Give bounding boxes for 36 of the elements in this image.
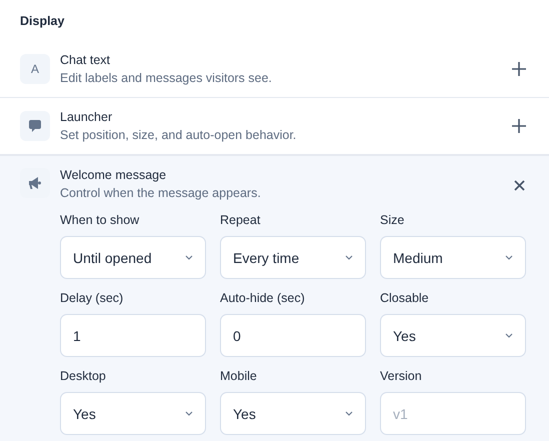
input-field[interactable]: 1 [60,314,206,357]
speech-bubble-icon [29,120,41,132]
chevron-down-icon [345,255,353,260]
field-label: Delay (sec) [60,291,124,306]
chevron-down-icon [345,411,353,416]
dropdown[interactable]: Yes [60,392,206,435]
section-title: Chat text [60,53,112,67]
dropdown[interactable]: Every time [220,236,366,279]
letter-icon: A [20,54,50,84]
dropdown[interactable]: Medium [380,236,526,279]
field-label: Size [380,213,406,228]
chevron-down-icon [505,333,513,338]
section-description: Set position, size, and auto-open behavior. [60,128,298,142]
dropdown[interactable]: Yes [220,392,366,435]
field-label: Desktop [60,369,107,384]
section-heading: Display [19,13,66,30]
input-field[interactable]: 0 [220,314,366,357]
expand-button[interactable] [511,61,527,77]
field-label: Auto-hide (sec) [220,291,306,306]
field-label: Version [380,369,423,384]
dropdown[interactable]: Yes [380,314,526,357]
field-label: Closable [380,291,430,306]
chevron-down-icon [505,255,513,260]
input-field[interactable]: v1 [380,392,526,435]
dropdown[interactable]: Until opened [60,236,206,279]
section-title: Welcome message [60,168,168,182]
section-description: Control when the message appears. [60,186,262,200]
expand-button[interactable] [511,118,527,134]
field-label: Mobile [220,369,258,384]
megaphone-icon [28,176,42,190]
chevron-down-icon [185,255,193,260]
field-label: Repeat [220,213,262,228]
chevron-down-icon [185,411,193,416]
section-description: Edit labels and messages visitors see. [60,71,273,85]
field-label: When to show [60,213,140,228]
section-title: Launcher [60,110,114,124]
